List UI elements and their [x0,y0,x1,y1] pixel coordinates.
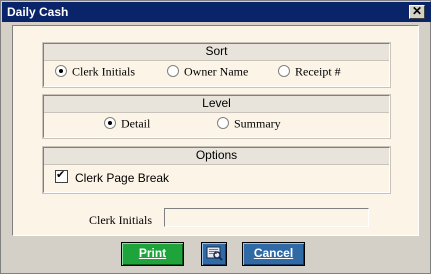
clerk-initials-label: Clerk Initials [89,213,152,227]
sort-group-title: Sort [44,44,389,61]
level-group: Level Detail Summary [42,94,391,139]
checkbox-checked-icon [55,168,68,184]
close-icon[interactable]: ✕ [409,5,425,19]
print-preview-button[interactable] [201,242,227,266]
radio-unselected-icon [217,116,229,129]
radio-label: Owner Name [184,64,249,79]
radio-unselected-icon [167,64,179,77]
radio-label: Detail [121,116,151,131]
sort-radio-receipt-number[interactable]: Receipt # [278,64,341,78]
print-preview-icon [206,246,223,261]
radio-label: Summary [234,116,281,131]
radio-label: Receipt # [295,64,341,79]
checkbox-label: Clerk Page Break [75,170,170,185]
radio-selected-icon [104,116,116,129]
clerk-page-break-checkbox[interactable]: Clerk Page Break [55,168,170,185]
sort-group: Sort Clerk Initials Owner Name Receipt # [42,42,391,88]
window-title: Daily Cash [7,5,69,19]
level-radio-detail[interactable]: Detail [104,116,150,130]
level-group-title: Level [44,96,389,113]
options-group: Options Clerk Page Break [42,146,391,194]
radio-label: Clerk Initials [72,64,135,79]
cancel-button[interactable]: Cancel [242,242,305,266]
print-button[interactable]: Print [121,242,184,266]
radio-unselected-icon [278,64,290,77]
sort-radio-clerk-initials[interactable]: Clerk Initials [55,64,135,78]
options-group-title: Options [44,148,389,165]
radio-selected-icon [55,64,67,77]
sort-radio-owner-name[interactable]: Owner Name [167,64,248,78]
level-radio-summary[interactable]: Summary [217,116,281,130]
clerk-initials-input[interactable] [164,208,369,227]
daily-cash-window: Daily Cash ✕ Sort Clerk Initials Owner N… [0,0,431,274]
title-bar[interactable]: Daily Cash ✕ [2,2,431,22]
